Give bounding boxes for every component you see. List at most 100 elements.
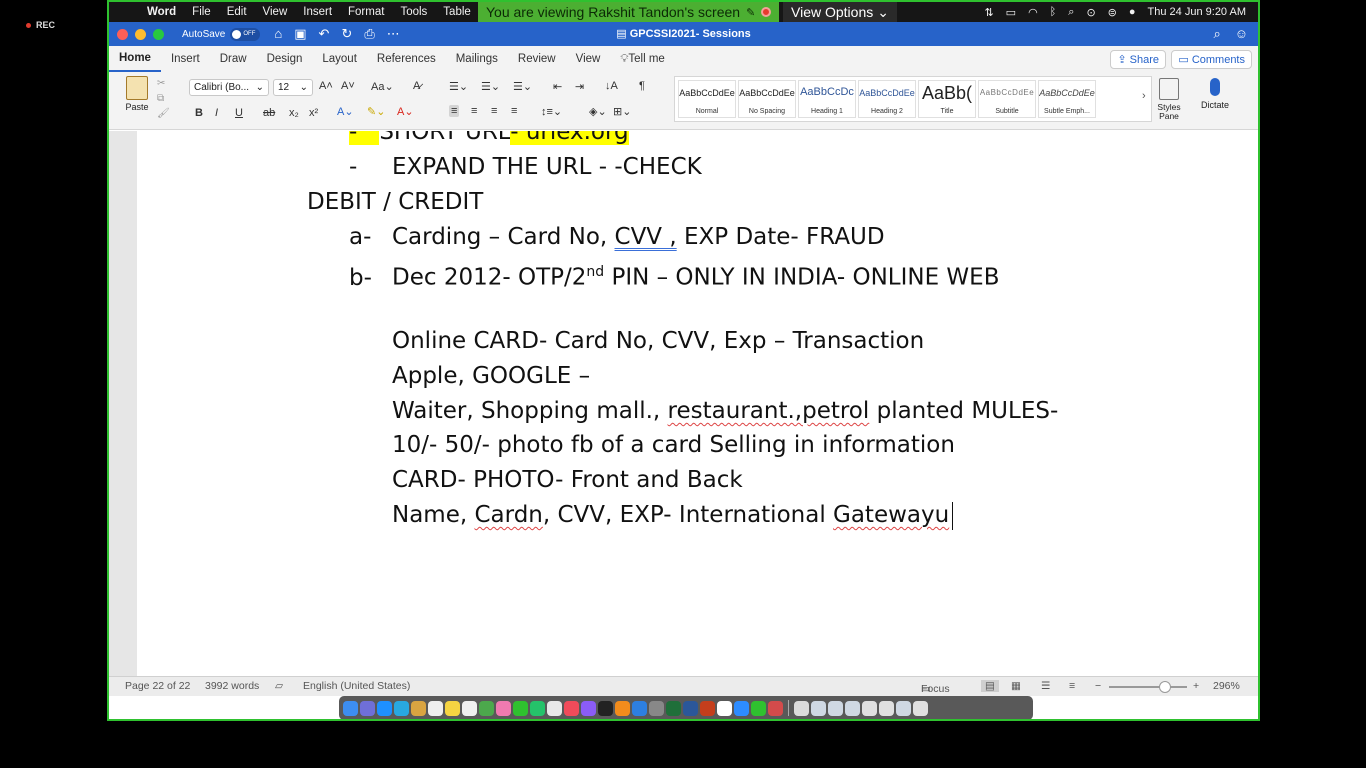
- style-normal[interactable]: AaBbCcDdEe Normal: [678, 80, 736, 118]
- excel-icon[interactable]: [666, 700, 681, 716]
- font-color-icon[interactable]: A⌄: [397, 105, 414, 118]
- increase-indent-icon[interactable]: ⇥: [575, 80, 584, 93]
- autosave-toggle[interactable]: OFF: [230, 27, 261, 41]
- clock[interactable]: Thu 24 Jun 9:20 AM: [1148, 6, 1246, 18]
- podcasts-icon[interactable]: [581, 700, 596, 716]
- document-page[interactable]: - SHORT URL- urlex.org - EXPAND THE URL - …: [137, 131, 1258, 676]
- reminders-icon[interactable]: [462, 700, 477, 716]
- menu-view[interactable]: View: [255, 6, 296, 18]
- wifi-icon[interactable]: ◠: [1028, 6, 1038, 19]
- pen-icon[interactable]: ✎: [746, 6, 755, 19]
- menu-insert[interactable]: Insert: [295, 6, 340, 18]
- books-icon[interactable]: [615, 700, 630, 716]
- underline-icon[interactable]: U: [235, 107, 243, 119]
- superscript-icon[interactable]: x²: [309, 107, 318, 119]
- style-subtle-emphasis[interactable]: AaBbCcDdEe Subtle Emph...: [1038, 80, 1096, 118]
- tv-icon[interactable]: [598, 700, 613, 716]
- menu-word[interactable]: Word: [139, 6, 184, 18]
- window-thumbnail-icon[interactable]: [845, 700, 860, 716]
- grammar-flag[interactable]: CVV ,: [615, 224, 677, 250]
- italic-icon[interactable]: I: [215, 107, 218, 119]
- menu-table[interactable]: Table: [435, 6, 479, 18]
- zoom-window-icon[interactable]: [153, 28, 164, 40]
- spelling-flag[interactable]: Cardn: [474, 502, 542, 528]
- tab-references[interactable]: References: [367, 46, 446, 72]
- bold-icon[interactable]: B: [195, 107, 203, 119]
- maps-icon[interactable]: [479, 700, 494, 716]
- menu-edit[interactable]: Edit: [219, 6, 255, 18]
- chrome-icon[interactable]: [717, 700, 732, 716]
- zoom-in-icon[interactable]: +: [1193, 680, 1199, 692]
- spelling-flag[interactable]: restaurant.,petrol: [668, 398, 870, 424]
- search-icon[interactable]: ⌕: [1213, 26, 1220, 42]
- photos-icon[interactable]: [496, 700, 511, 716]
- bluetooth-icon[interactable]: ᛒ: [1050, 6, 1057, 18]
- style-title[interactable]: AaBb(Title: [918, 80, 976, 118]
- save-icon[interactable]: ▣: [294, 26, 306, 42]
- menu-tools[interactable]: Tools: [392, 6, 435, 18]
- clear-format-icon[interactable]: A̷: [413, 80, 420, 92]
- finder-icon[interactable]: [343, 700, 358, 716]
- comments-button[interactable]: ▭ Comments: [1171, 50, 1252, 69]
- close-window-icon[interactable]: [117, 28, 128, 40]
- highlight-icon[interactable]: ✎⌄: [367, 105, 385, 118]
- language[interactable]: English (United States): [303, 680, 410, 692]
- styles-more-icon[interactable]: ›: [1142, 90, 1146, 102]
- zoom-slider-handle[interactable]: [1159, 681, 1171, 693]
- print-icon[interactable]: ⎙: [364, 26, 374, 42]
- contacts-icon[interactable]: [411, 700, 426, 716]
- borders-icon[interactable]: ⊞⌄: [613, 105, 631, 118]
- window-thumbnail-icon[interactable]: [896, 700, 911, 716]
- control-center-icon[interactable]: ⊜: [1108, 6, 1117, 19]
- window-thumbnail-icon[interactable]: [879, 700, 894, 716]
- redo-icon[interactable]: ↻: [341, 26, 352, 42]
- tab-tell-me[interactable]: 💡︎ Tell me: [610, 46, 675, 72]
- copy-icon[interactable]: ⧉: [157, 93, 170, 104]
- pages-icon[interactable]: [547, 700, 562, 716]
- word-icon[interactable]: [683, 700, 698, 716]
- subscript-icon[interactable]: x₂: [289, 107, 299, 119]
- show-formatting-icon[interactable]: ¶: [639, 80, 645, 92]
- zoom-level[interactable]: 296%: [1213, 680, 1240, 692]
- smiley-icon[interactable]: ☺: [1235, 26, 1248, 42]
- line-spacing-icon[interactable]: ↕≡⌄: [541, 105, 562, 118]
- messages-icon[interactable]: [513, 700, 528, 716]
- tab-design[interactable]: Design: [257, 46, 313, 72]
- home-icon[interactable]: ⌂: [274, 26, 282, 42]
- change-case-icon[interactable]: Aa⌄: [371, 80, 394, 93]
- outline-view-icon[interactable]: ☰: [1041, 680, 1050, 692]
- minimize-window-icon[interactable]: [135, 28, 146, 40]
- tab-draw[interactable]: Draw: [210, 46, 257, 72]
- paste-button[interactable]: Paste: [119, 76, 155, 112]
- cut-icon[interactable]: ✂: [157, 78, 170, 89]
- view-options-button[interactable]: View Options ⌄: [783, 2, 897, 22]
- tab-view[interactable]: View: [566, 46, 611, 72]
- downloads-icon[interactable]: [794, 700, 809, 716]
- style-subtitle[interactable]: AaBbCcDdEe Subtitle: [978, 80, 1036, 118]
- tab-mailings[interactable]: Mailings: [446, 46, 508, 72]
- font-size-select[interactable]: 12 ⌄: [273, 79, 313, 96]
- acrobat-icon[interactable]: [768, 700, 783, 716]
- music-icon[interactable]: [564, 700, 579, 716]
- window-thumbnail-icon[interactable]: [862, 700, 877, 716]
- style-heading-2[interactable]: AaBbCcDdEe Heading 2: [858, 80, 916, 118]
- multilevel-list-icon[interactable]: ☰⌄: [513, 80, 532, 93]
- grow-font-icon[interactable]: A˄: [319, 80, 333, 92]
- page-count[interactable]: Page 22 of 22: [125, 680, 190, 692]
- undo-icon[interactable]: ↶: [319, 26, 330, 42]
- safari-icon[interactable]: [377, 700, 392, 716]
- strikethrough-icon[interactable]: ab: [263, 107, 275, 119]
- stop-share-icon[interactable]: [761, 7, 772, 17]
- zoom-app-icon[interactable]: [734, 700, 749, 716]
- facetime-icon[interactable]: [530, 700, 545, 716]
- window-thumbnail-icon[interactable]: [828, 700, 843, 716]
- menu-file[interactable]: File: [184, 6, 219, 18]
- styles-pane-button[interactable]: Styles Pane: [1149, 78, 1189, 121]
- shrink-font-icon[interactable]: A˅: [341, 80, 355, 92]
- media-icon[interactable]: ⊙: [1086, 6, 1095, 19]
- zoom-out-icon[interactable]: −: [1095, 680, 1101, 692]
- mail-icon[interactable]: [394, 700, 409, 716]
- zoom-slider[interactable]: [1109, 686, 1187, 688]
- tab-layout[interactable]: Layout: [312, 46, 367, 72]
- shading-icon[interactable]: ◈⌄: [589, 105, 607, 118]
